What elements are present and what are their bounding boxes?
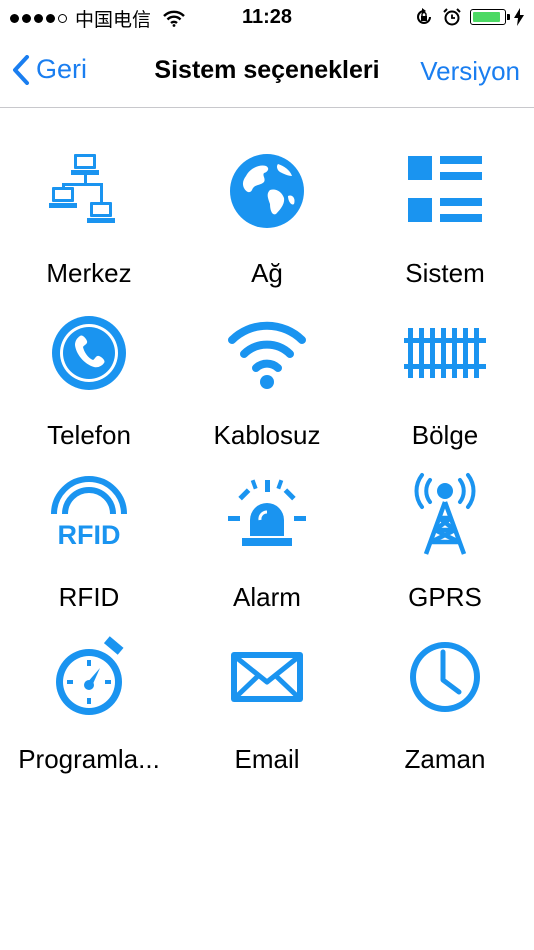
option-sistem[interactable]: Sistem xyxy=(356,108,534,288)
status-right xyxy=(414,7,524,27)
globe-icon xyxy=(230,154,304,228)
envelope-icon xyxy=(231,652,303,702)
option-telefon[interactable]: Telefon xyxy=(0,270,178,450)
option-label: Zaman xyxy=(404,744,486,774)
chevron-left-icon xyxy=(13,54,29,85)
status-bar: 中国电信 11:28 xyxy=(0,0,534,36)
stopwatch-icon xyxy=(56,636,124,715)
rfid-icon: RFID xyxy=(51,476,127,550)
rfid-icon-text: RFID xyxy=(58,520,121,550)
option-merkez[interactable]: Merkez xyxy=(0,108,178,288)
alarm-clock-icon xyxy=(443,8,461,26)
siren-icon xyxy=(228,479,306,546)
rotation-lock-icon xyxy=(417,8,431,24)
antenna-tower-icon xyxy=(414,473,476,555)
battery-icon xyxy=(470,9,510,25)
version-button[interactable]: Versiyon xyxy=(420,56,520,87)
network-computers-icon xyxy=(49,154,115,223)
option-rfid[interactable]: RFID RFID xyxy=(0,432,178,612)
option-label: Programla... xyxy=(18,744,160,774)
charging-icon xyxy=(514,8,524,26)
back-button-label: Geri xyxy=(36,54,88,84)
list-grid-icon xyxy=(408,156,482,222)
option-alarm[interactable]: Alarm xyxy=(178,432,356,612)
navigation-bar: Geri Sistem seçenekleri Versiyon xyxy=(0,36,534,108)
phone-icon xyxy=(52,316,126,390)
clock-icon xyxy=(410,642,480,712)
option-email[interactable]: Email xyxy=(178,594,356,774)
wifi-icon xyxy=(228,321,306,389)
option-programla[interactable]: Programla... xyxy=(0,594,178,774)
option-ag[interactable]: Ağ xyxy=(178,108,356,288)
option-zaman[interactable]: Zaman xyxy=(356,594,534,774)
option-label: Email xyxy=(234,744,300,774)
back-button[interactable]: Geri xyxy=(12,54,87,85)
battery-level xyxy=(473,12,500,22)
option-gprs[interactable]: GPRS xyxy=(356,432,534,612)
railway-track-icon xyxy=(404,328,486,378)
option-kablosuz[interactable]: Kablosuz xyxy=(178,270,356,450)
option-bolge[interactable]: Bölge xyxy=(356,270,534,450)
